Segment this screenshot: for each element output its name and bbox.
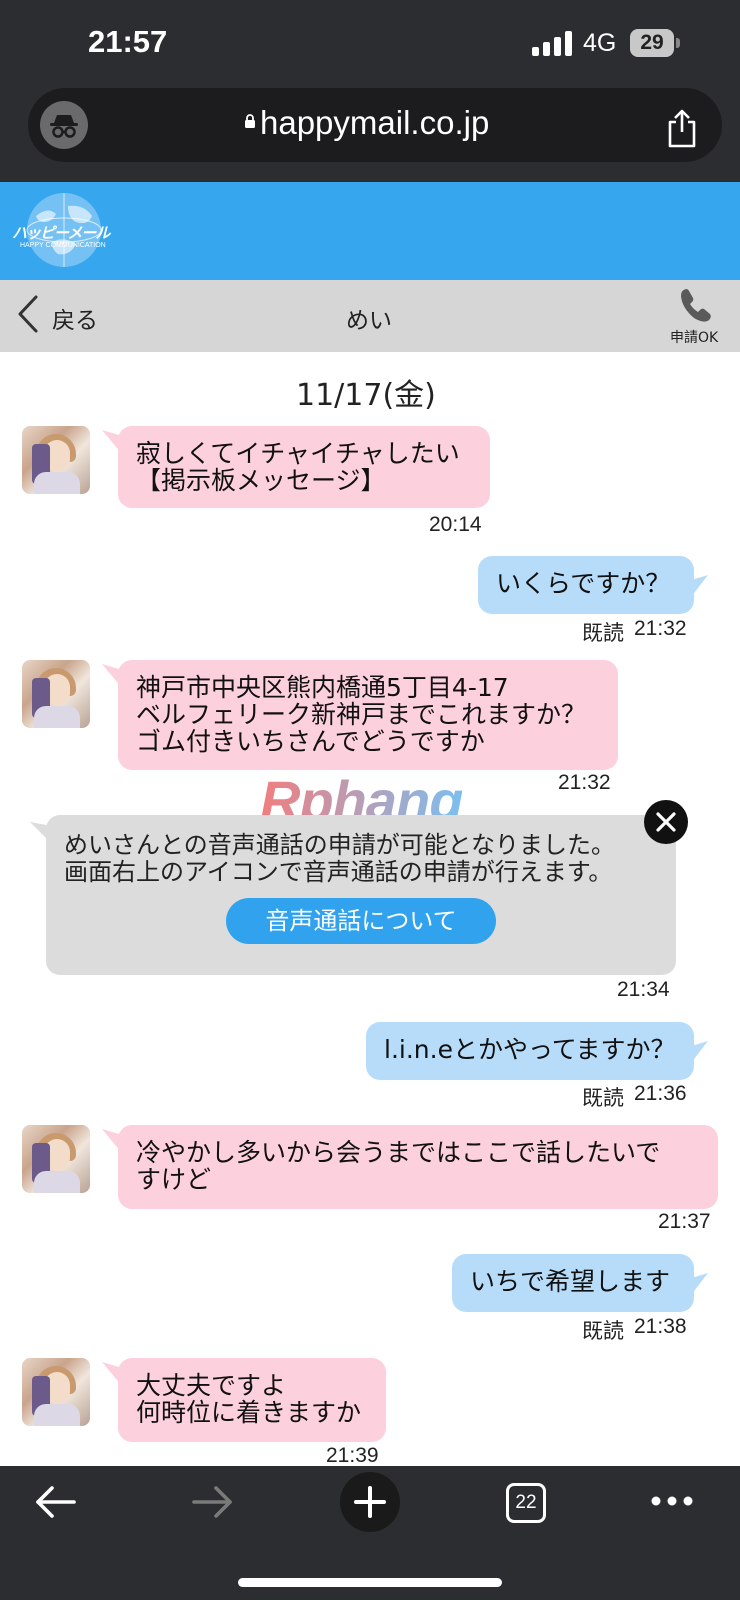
message-time: 21:37: [658, 1210, 711, 1233]
message-line: いちで希望します: [470, 1267, 671, 1296]
message-line: 寂しくてイチャイチャしたい: [136, 439, 460, 468]
chat-date: 11/17(金): [296, 378, 436, 413]
message-line: ベルフェリーク新神戸までこれますか？: [136, 700, 587, 729]
message-time: 21:38: [634, 1315, 687, 1338]
message-line: 神戸市中央区熊内橋通5丁目4-17: [136, 673, 509, 702]
message-line: 冷やかし多いから会うまではここで話したいで: [136, 1138, 661, 1167]
share-icon[interactable]: [664, 108, 700, 148]
message-time: 21:32: [558, 771, 611, 794]
notice-time: 21:34: [617, 978, 670, 1001]
bubble-tail: [690, 1273, 708, 1297]
home-indicator[interactable]: [238, 1578, 502, 1587]
url-text[interactable]: happymail.co.jp: [260, 104, 489, 142]
arrow-left-icon[interactable]: [34, 1484, 76, 1520]
message-time: 21:32: [634, 617, 687, 640]
read-receipt: 既読: [582, 622, 624, 645]
voice-call-info-button[interactable]: 音声通話について: [226, 898, 496, 944]
notice-line: 画面右上のアイコンで音声通話の申請が行えます。: [64, 858, 613, 886]
outgoing-message: l.i.n.eとかやってますか？: [366, 1022, 694, 1080]
message-line: ゴム付きいちさんでどうですか: [136, 727, 485, 756]
tabs-icon[interactable]: 22: [506, 1483, 546, 1523]
message-line: l.i.n.eとかやってますか？: [384, 1035, 676, 1064]
bubble-tail: [690, 1041, 708, 1065]
incoming-message: 神戸市中央区熊内橋通5丁目4-17 ベルフェリーク新神戸までこれますか？ ゴム付…: [118, 660, 618, 770]
network-type: 4G: [583, 29, 617, 57]
message-time: 21:39: [326, 1444, 379, 1467]
battery-icon: 29: [630, 29, 680, 57]
avatar[interactable]: [22, 426, 90, 494]
message-line: 大丈夫ですよ: [136, 1371, 287, 1400]
incoming-message: 寂しくてイチャイチャしたい 【掲示板メッセージ】: [118, 426, 490, 508]
close-icon[interactable]: [644, 800, 688, 844]
read-receipt: 既読: [582, 1320, 624, 1343]
bubble-tail: [690, 575, 708, 599]
outgoing-message: いちで希望します: [452, 1254, 694, 1312]
more-icon[interactable]: [650, 1494, 694, 1508]
avatar[interactable]: [22, 1358, 90, 1426]
message-line: 何時位に着きますか: [136, 1398, 362, 1427]
site-logo[interactable]: ハッピーメール HAPPY COMMUNICATION: [12, 192, 122, 272]
message-time: 20:14: [429, 513, 482, 536]
battery-level: 29: [630, 29, 674, 57]
phone-icon[interactable]: [678, 286, 716, 324]
signal-icon: [532, 30, 572, 56]
back-button[interactable]: 戻る: [52, 301, 98, 335]
avatar[interactable]: [22, 660, 90, 728]
incognito-icon[interactable]: [40, 101, 88, 149]
arrow-right-icon[interactable]: [192, 1484, 234, 1520]
notice-text: めいさんとの音声通話の申請が可能となりました。 画面右上のアイコンで音声通話の申…: [64, 832, 615, 886]
message-time: 21:36: [634, 1082, 687, 1105]
incoming-message: 大丈夫ですよ 何時位に着きますか: [118, 1358, 386, 1442]
notice-line: めいさんとの音声通話の申請が可能となりました。: [64, 831, 616, 859]
logo-text: ハッピーメール: [12, 224, 110, 242]
status-time: 21:57: [88, 24, 168, 59]
logo-subtext: HAPPY COMMUNICATION: [20, 242, 106, 249]
message-line: 【掲示板メッセージ】: [136, 466, 386, 495]
message-line: いくらですか？: [496, 569, 671, 598]
outgoing-message: いくらですか？: [478, 556, 694, 614]
plus-icon[interactable]: [340, 1472, 400, 1532]
message-line: すけど: [136, 1165, 212, 1194]
incoming-message: 冷やかし多いから会うまではここで話したいで すけど: [118, 1125, 718, 1209]
chat-partner-name: めい: [346, 308, 392, 334]
chevron-left-icon[interactable]: [14, 294, 42, 334]
lock-icon: [245, 114, 255, 128]
avatar[interactable]: [22, 1125, 90, 1193]
bubble-tail: [30, 822, 52, 844]
read-receipt: 既読: [582, 1087, 624, 1110]
call-request-label[interactable]: 申請OK: [670, 327, 718, 347]
